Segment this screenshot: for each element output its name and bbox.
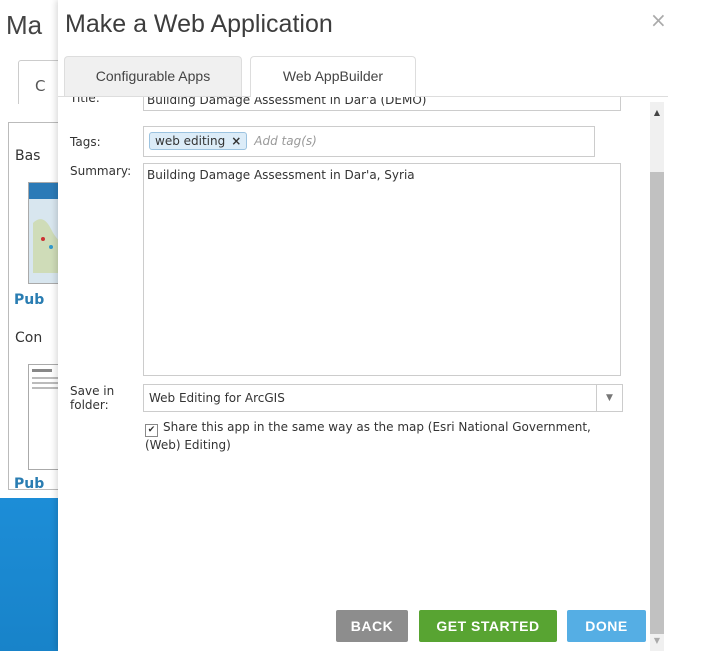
tags-input[interactable]: web editing × Add tag(s)	[143, 126, 595, 157]
background-link-1[interactable]: Pub	[14, 292, 44, 308]
folder-label-line1: Save in	[70, 384, 115, 398]
tags-placeholder[interactable]: Add tag(s)	[254, 134, 317, 148]
background-label-basic: Bas	[15, 148, 41, 164]
done-button[interactable]: DONE	[567, 610, 646, 642]
background-link-2[interactable]: Pub	[14, 476, 44, 492]
share-text: Share this app in the same way as the ma…	[145, 420, 591, 452]
make-web-app-dialog: Make a Web Application × Configurable Ap…	[58, 0, 702, 651]
folder-select-value: Web Editing for ArcGIS	[149, 391, 285, 405]
folder-label-line2: folder:	[70, 398, 109, 412]
background-label-con: Con	[15, 330, 43, 346]
title-label: Title:	[70, 97, 100, 105]
title-input[interactable]: Building Damage Assessment in Dar'a (DEM…	[143, 97, 621, 111]
scrollbar-thumb[interactable]	[650, 172, 664, 634]
share-option: ✔ Share this app in the same way as the m…	[145, 419, 615, 453]
form-scrollbar[interactable]: ▲ ▼	[650, 102, 664, 651]
summary-label: Summary:	[70, 164, 132, 178]
tag-chip[interactable]: web editing ×	[149, 132, 248, 150]
tab-web-appbuilder[interactable]: Web AppBuilder	[250, 56, 416, 97]
tag-chip-label: web editing	[155, 134, 226, 148]
tags-label: Tags:	[70, 135, 101, 149]
background-dialog-title: Ma	[6, 10, 43, 40]
app-details-form: Title: Building Damage Assessment in Dar…	[58, 97, 650, 651]
summary-textarea[interactable]: Building Damage Assessment in Dar'a, Syr…	[143, 163, 621, 376]
remove-tag-icon[interactable]: ×	[231, 134, 241, 148]
dialog-title: Make a Web Application	[65, 10, 333, 38]
chevron-down-icon[interactable]: ▼	[596, 385, 622, 411]
scroll-down-icon[interactable]: ▼	[650, 634, 664, 648]
tab-configurable-apps[interactable]: Configurable Apps	[64, 56, 242, 96]
back-button[interactable]: BACK	[336, 610, 408, 642]
close-icon[interactable]: ×	[650, 8, 667, 32]
scroll-up-icon[interactable]: ▲	[650, 106, 664, 120]
folder-select[interactable]: Web Editing for ArcGIS ▼	[143, 384, 623, 412]
share-checkbox[interactable]: ✔	[145, 424, 158, 437]
get-started-button[interactable]: GET STARTED	[419, 610, 557, 642]
